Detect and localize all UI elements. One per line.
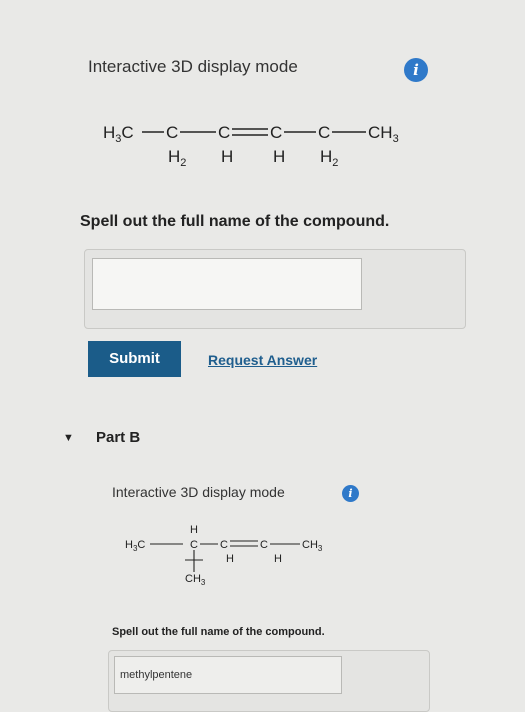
answer-input[interactable]	[114, 656, 342, 694]
part-b-structure: H3C H C CH3 C H C H CH3	[125, 524, 323, 587]
carbon-5: C	[318, 123, 330, 142]
carbon-2: C	[166, 123, 178, 142]
carbon-2: C	[190, 539, 198, 551]
carbon-4-h: H	[273, 147, 285, 166]
carbon-2-h: H2	[168, 147, 186, 169]
carbon-3: C	[218, 123, 230, 142]
branch-ch3: CH3	[185, 573, 206, 587]
request-answer-link[interactable]: Request Answer	[208, 352, 317, 368]
answer-input[interactable]	[92, 258, 362, 310]
group-ch3: CH3	[302, 539, 323, 553]
part-b-instruction: Spell out the full name of the compound.	[112, 626, 325, 638]
part-b-label[interactable]: Part B	[96, 429, 140, 446]
group-h3c: H3C	[103, 123, 134, 145]
carbon-5-h: H2	[320, 147, 338, 169]
part-b-mode-title: Interactive 3D display mode	[112, 484, 285, 500]
carbon-4-h: H	[274, 553, 282, 565]
carbon-3-h: H	[221, 147, 233, 166]
carbon-2-top-h: H	[190, 524, 198, 536]
carbon-3-h: H	[226, 553, 234, 565]
group-h3c: H3C	[125, 539, 145, 553]
submit-button[interactable]: Submit	[88, 341, 181, 377]
part-a-structure: H3C C H2 C H C H C H2 CH3	[103, 123, 399, 169]
carbon-3: C	[220, 539, 228, 551]
carbon-4: C	[270, 123, 282, 142]
group-ch3: CH3	[368, 123, 399, 145]
collapse-triangle-icon[interactable]: ▼	[63, 432, 74, 444]
carbon-4: C	[260, 539, 268, 551]
part-a-instruction: Spell out the full name of the compound.	[80, 213, 390, 230]
